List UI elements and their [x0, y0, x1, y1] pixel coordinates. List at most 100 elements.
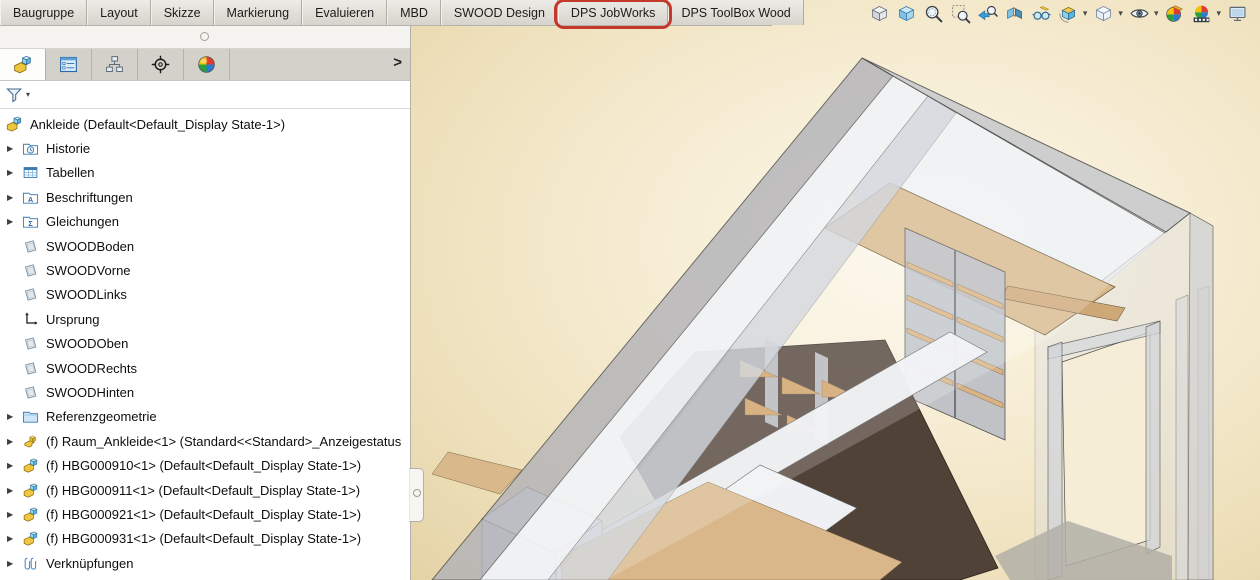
view-orientation-icon[interactable]	[1058, 3, 1079, 24]
zoom-area-icon	[950, 3, 971, 24]
apply-scene-icon[interactable]	[1191, 3, 1212, 24]
tree-item-label: Historie	[46, 141, 90, 156]
3d-room-scene[interactable]	[410, 0, 1260, 580]
tree-item-label: (f) Raum_Ankleide<1> (Standard<<Standard…	[46, 434, 401, 449]
section-view-icon[interactable]	[1004, 3, 1025, 24]
assembly-icon	[5, 115, 23, 133]
tree-item-historie[interactable]: ▶ Historie	[0, 136, 410, 160]
expand-arrow-icon[interactable]: ▶	[7, 168, 22, 177]
feature-manager-panel: > ▾ Ankleide (Default<Default_Display St…	[0, 25, 411, 580]
expand-arrow-icon[interactable]: ▶	[7, 412, 22, 421]
tree-item-label: SWOODLinks	[46, 287, 127, 302]
graphics-viewport[interactable]: ▾ ▾ ▾ ▾	[410, 0, 1260, 580]
view-orientation-icon	[1058, 3, 1079, 24]
filter-funnel-icon[interactable]	[5, 85, 24, 104]
plane-icon	[22, 286, 39, 303]
assembly-icon	[12, 54, 33, 75]
history-folder-icon	[22, 140, 39, 157]
edit-appearance-icon[interactable]	[1164, 3, 1185, 24]
tree-item-gleichungen[interactable]: ▶ Gleichungen	[0, 210, 410, 234]
tab-dps-jobworks[interactable]: DPS JobWorks	[558, 0, 669, 25]
previous-view-icon[interactable]	[977, 3, 998, 24]
tab-layout[interactable]: Layout	[87, 0, 151, 25]
plane-icon	[22, 262, 39, 279]
zoom-area-icon[interactable]	[950, 3, 971, 24]
expand-arrow-icon[interactable]: ▶	[7, 144, 22, 153]
expand-arrow-icon[interactable]: ▶	[7, 461, 22, 470]
shaded-cube-icon	[896, 3, 917, 24]
tree-item-f-hbg000921-1-default-default-di[interactable]: ▶(f) HBG000921<1> (Default<Default_Displ…	[0, 502, 410, 526]
dropdown-caret-icon[interactable]: ▾	[1216, 9, 1221, 18]
view-settings-icon[interactable]	[1227, 3, 1248, 24]
tree-item-f-hbg000911-1-default-default-di[interactable]: ▶ (f) HBG000911<1> (Default<Default_Displ…	[0, 478, 410, 502]
splitter-grip-icon[interactable]	[200, 32, 209, 41]
expand-arrow-icon[interactable]: ▶	[7, 217, 22, 226]
hide-show-icon	[1129, 3, 1150, 24]
panel-splitter-handle[interactable]	[409, 468, 424, 522]
command-manager-tabs: BaugruppeLayoutSkizzeMarkierungEvaluiere…	[0, 0, 772, 26]
annotation-view-icon[interactable]	[1031, 3, 1052, 24]
tab-markierung[interactable]: Markierung	[214, 0, 303, 25]
previous-view-icon	[977, 3, 998, 24]
tree-item-item[interactable]	[0, 575, 410, 580]
tree-item-ankleide-default-default-display[interactable]: Ankleide (Default<Default_Display State-…	[0, 112, 410, 136]
dropdown-caret-icon[interactable]: ▾	[1083, 9, 1088, 18]
tree-item-beschriftungen[interactable]: ▶Beschriftungen	[0, 185, 410, 209]
propertymanager-tab[interactable]	[46, 49, 92, 80]
tree-item-tabellen[interactable]: ▶Tabellen	[0, 161, 410, 185]
tab-mbd[interactable]: MBD	[387, 0, 441, 25]
tree-item-referenzgeometrie[interactable]: ▶Referenzgeometrie	[0, 405, 410, 429]
tree-item-swoodhinten[interactable]: SWOODHinten	[0, 380, 410, 404]
displaymanager-tab[interactable]	[184, 49, 230, 80]
tree-item-label: Verknüpfungen	[46, 556, 133, 571]
tree-item-swoodboden[interactable]: SWOODBoden	[0, 234, 410, 258]
expand-arrow-icon[interactable]: ▶	[7, 437, 22, 446]
tree-item-f-hbg000931-1-default-default-di[interactable]: ▶ (f) HBG000931<1> (Default<Default_Displ…	[0, 527, 410, 551]
plane-icon	[22, 360, 39, 377]
tree-item-verknüpfungen[interactable]: ▶ Verknüpfungen	[0, 551, 410, 575]
view-settings-icon	[1227, 3, 1248, 24]
tab-baugruppe[interactable]: Baugruppe	[0, 0, 87, 25]
tree-item-label: (f) HBG000931<1> (Default<Default_Displa…	[46, 531, 361, 546]
expand-arrow-icon[interactable]: ▶	[7, 510, 22, 519]
display-style-icon[interactable]	[1093, 3, 1114, 24]
dropdown-caret-icon[interactable]: ▾	[1118, 9, 1123, 18]
mates-icon	[22, 555, 39, 572]
display-style-icon	[1093, 3, 1114, 24]
panel-tabs-overflow-chevron-icon[interactable]: >	[393, 54, 402, 71]
section-view-icon	[1004, 3, 1025, 24]
configurationmanager-tab[interactable]	[92, 49, 138, 80]
hide-show-icon[interactable]	[1129, 3, 1150, 24]
shaded-cube-icon[interactable]	[896, 3, 917, 24]
zoom-fit-cube-icon[interactable]	[869, 3, 890, 24]
tab-skizze[interactable]: Skizze	[151, 0, 214, 25]
expand-arrow-icon[interactable]: ▶	[7, 486, 22, 495]
dimxpertmanager-tab[interactable]	[138, 49, 184, 80]
tab-dps-toolbox-wood[interactable]: DPS ToolBox Wood	[668, 0, 803, 25]
expand-arrow-icon[interactable]: ▶	[7, 193, 22, 202]
expand-arrow-icon[interactable]: ▶	[7, 534, 22, 543]
tree-item-f-hbg000910-1-default-default-di[interactable]: ▶(f) HBG000910<1> (Default<Default_Displ…	[0, 453, 410, 477]
zoom-icon[interactable]	[923, 3, 944, 24]
tree-item-label: SWOODHinten	[46, 385, 134, 400]
heads-up-view-toolbar: ▾ ▾ ▾ ▾	[869, 3, 1248, 24]
expand-arrow-icon[interactable]: ▶	[7, 559, 22, 568]
tree-item-label: Gleichungen	[46, 214, 119, 229]
panel-top-splitter[interactable]	[0, 25, 410, 49]
tree-item-f-raum-ankleide-1-standard-stand[interactable]: ▶ (f) Raum_Ankleide<1> (Standard<<Standar…	[0, 429, 410, 453]
tree-item-swoodrechts[interactable]: SWOODRechts	[0, 356, 410, 380]
dropdown-caret-icon[interactable]: ▾	[1154, 9, 1159, 18]
tree-item-label: (f) HBG000911<1> (Default<Default_Displa…	[46, 483, 360, 498]
tab-swood-design[interactable]: SWOOD Design	[441, 0, 558, 25]
filter-dropdown-caret[interactable]: ▾	[26, 90, 30, 99]
assembly-icon	[22, 482, 39, 499]
tree-item-swoodlinks[interactable]: SWOODLinks	[0, 283, 410, 307]
tree-item-swoodoben[interactable]: SWOODOben	[0, 332, 410, 356]
annotation-view-icon	[1031, 3, 1052, 24]
featuremanager-tab[interactable]	[0, 49, 46, 80]
tree-item-swoodvorne[interactable]: SWOODVorne	[0, 258, 410, 282]
tree-item-label: SWOODVorne	[46, 263, 131, 278]
tree-item-ursprung[interactable]: Ursprung	[0, 307, 410, 331]
tables-icon	[22, 164, 39, 181]
tab-evaluieren[interactable]: Evaluieren	[302, 0, 387, 25]
